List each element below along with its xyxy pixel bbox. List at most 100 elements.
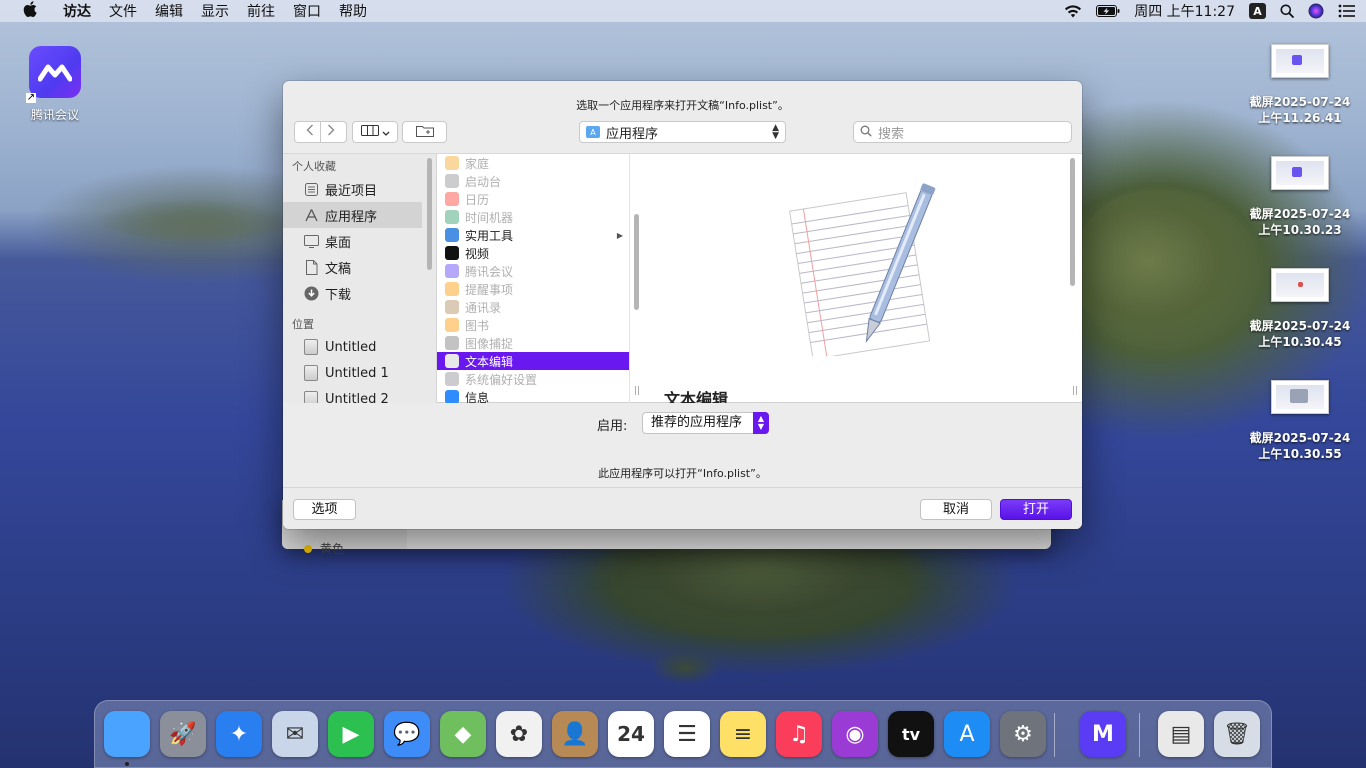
screenshot-label-line2: 上午10.30.55 <box>1258 447 1342 461</box>
sidebar-item-desktop[interactable]: 桌面 <box>283 228 436 254</box>
enable-popup[interactable]: 推荐的应用程序 ▲ ▼ <box>642 412 769 434</box>
options-button[interactable]: 选项 <box>293 499 356 520</box>
tv-icon[interactable]: tv <box>888 711 934 757</box>
messages-icon[interactable]: 💬 <box>384 711 430 757</box>
location-popup[interactable]: A 应用程序 ▲ ▼ <box>579 121 786 143</box>
document-icon[interactable]: ▤ <box>1158 711 1204 757</box>
maps-icon[interactable]: ◆ <box>440 711 486 757</box>
music-icon[interactable]: ♫ <box>776 711 822 757</box>
screenshot-label-line1: 截屏2025-07-24 <box>1249 207 1351 221</box>
sidebar-item-applications[interactable]: 应用程序 <box>283 202 422 228</box>
spotlight-search-icon[interactable] <box>1280 3 1294 19</box>
app-list-item[interactable]: 文本编辑 <box>437 352 629 370</box>
updown-chevron-icon: ▲ ▼ <box>772 123 779 141</box>
back-chevron-icon[interactable] <box>306 124 314 140</box>
tencent-meeting-icon[interactable]: M <box>1080 711 1126 757</box>
app-icon <box>445 174 459 188</box>
screenshot-file[interactable]: 截屏2025-07-24 上午10.30.45 <box>1240 268 1360 380</box>
app-list-item[interactable]: 视频 <box>437 244 629 262</box>
cancel-button[interactable]: 取消 <box>920 499 992 520</box>
preview-resize-handle[interactable]: || <box>1072 386 1078 396</box>
screenshot-thumbnail <box>1271 44 1329 78</box>
menubar-clock[interactable]: 周四 上午11:27 <box>1134 1 1235 21</box>
dock: 🚀 ✦ ✉ ▶ 💬 ◆ ✿ 👤 24 ☰ ≡ ♫ ◉ tv A ⚙ M ▤ 🗑 <box>94 700 1272 768</box>
sidebar-item-downloads[interactable]: 下载 <box>283 280 436 306</box>
new-folder-button[interactable] <box>402 121 447 143</box>
app-icon <box>445 372 459 386</box>
menu-finder[interactable]: 访达 <box>54 1 100 21</box>
app-icon <box>445 336 459 350</box>
app-list-label: 文本编辑 <box>465 354 514 369</box>
yellow-tag-icon <box>304 545 312 553</box>
applications-icon <box>303 207 319 223</box>
mail-icon[interactable]: ✉ <box>272 711 318 757</box>
sidebar-item-recents[interactable]: 最近项目 <box>283 176 436 202</box>
app-list-label: 启动台 <box>465 174 502 189</box>
wifi-icon[interactable] <box>1064 3 1082 19</box>
screenshot-thumbnail <box>1271 156 1329 190</box>
finder-icon[interactable] <box>104 711 150 757</box>
photos-icon[interactable]: ✿ <box>496 711 542 757</box>
screenshot-file[interactable]: 截屏2025-07-24 上午10.30.55 <box>1240 380 1360 492</box>
search-field[interactable]: 搜索 <box>853 121 1072 143</box>
menu-file[interactable]: 文件 <box>100 1 146 21</box>
app-icon <box>445 282 459 296</box>
screenshot-file[interactable]: 截屏2025-07-24 上午10.30.23 <box>1240 156 1360 268</box>
appstore-icon[interactable]: A <box>944 711 990 757</box>
notification-center-icon[interactable] <box>1338 3 1356 19</box>
app-list-label: 家庭 <box>465 156 490 171</box>
applications-column: 家庭 启动台 日历 时间机器 实用工具 ▶ 视频 腾讯会议 提醒事项 通讯录 图书 图像捕捉 文本编辑系… <box>437 154 630 403</box>
wallpaper-island-left <box>100 200 290 240</box>
app-list-label: 系统偏好设置 <box>465 372 538 387</box>
app-list-item[interactable]: 信息 <box>437 388 629 403</box>
apple-menu-icon[interactable] <box>20 1 40 21</box>
dock-separator <box>1054 713 1055 757</box>
desktop-tencent-meeting-alias[interactable]: ↗ 腾讯会议 <box>22 46 88 123</box>
search-placeholder: 搜索 <box>878 126 905 142</box>
app-list-label: 图书 <box>465 318 490 333</box>
desktop-icon <box>303 233 319 249</box>
app-list-item: 日历 <box>437 190 629 208</box>
sidebar-item-documents[interactable]: 文稿 <box>283 254 436 280</box>
sidebar-tag-yellow[interactable]: 黄色 <box>304 540 344 557</box>
column-resize-handle[interactable]: || <box>634 386 640 396</box>
choose-application-dialog: 选取一个应用程序来打开文稿“Info.plist”。 A 应用程序 ▲ ▼ 搜索… <box>283 81 1082 529</box>
system-preferences-icon[interactable]: ⚙ <box>1000 711 1046 757</box>
menu-go[interactable]: 前往 <box>238 1 284 21</box>
notes-icon[interactable]: ≡ <box>720 711 766 757</box>
screenshot-file[interactable]: 截屏2025-07-24 上午11.26.41 <box>1240 44 1360 156</box>
safari-icon[interactable]: ✦ <box>216 711 262 757</box>
reminders-icon[interactable]: ☰ <box>664 711 710 757</box>
sidebar-item-untitled[interactable]: Untitled <box>283 334 436 360</box>
app-icon <box>445 390 459 403</box>
open-button[interactable]: 打开 <box>1000 499 1072 520</box>
trash-icon[interactable]: 🗑 <box>1214 711 1260 757</box>
dock-separator <box>1139 713 1140 757</box>
menu-window[interactable]: 窗口 <box>284 1 330 21</box>
sidebar-item-untitled-2[interactable]: Untitled 2 <box>283 386 436 403</box>
menu-edit[interactable]: 编辑 <box>146 1 192 21</box>
podcasts-icon[interactable]: ◉ <box>832 711 878 757</box>
siri-icon[interactable] <box>1308 3 1324 19</box>
app-icon <box>445 192 459 206</box>
sidebar-item-untitled-1[interactable]: Untitled 1 <box>283 360 436 386</box>
facetime-icon[interactable]: ▶ <box>328 711 374 757</box>
launchpad-icon[interactable]: 🚀 <box>160 711 206 757</box>
forward-chevron-icon[interactable] <box>327 124 335 140</box>
contacts-icon[interactable]: 👤 <box>552 711 598 757</box>
input-method-badge[interactable]: A <box>1249 3 1266 19</box>
disk-icon <box>303 391 319 403</box>
menu-view[interactable]: 显示 <box>192 1 238 21</box>
app-list-label: 腾讯会议 <box>465 264 514 279</box>
app-list-item[interactable]: 实用工具 ▶ <box>437 226 629 244</box>
calendar-icon[interactable]: 24 <box>608 711 654 757</box>
sidebar-scrollbar[interactable] <box>427 158 432 270</box>
menu-help[interactable]: 帮助 <box>330 1 376 21</box>
sidebar-item-label: Untitled 2 <box>325 391 389 404</box>
enable-value: 推荐的应用程序 <box>651 415 743 430</box>
app-list-item: 提醒事项 <box>437 280 629 298</box>
column-scrollbar[interactable] <box>634 214 639 310</box>
preview-scrollbar[interactable] <box>1070 158 1075 286</box>
column-view-button[interactable] <box>352 121 398 143</box>
battery-charging-icon[interactable] <box>1096 3 1120 19</box>
